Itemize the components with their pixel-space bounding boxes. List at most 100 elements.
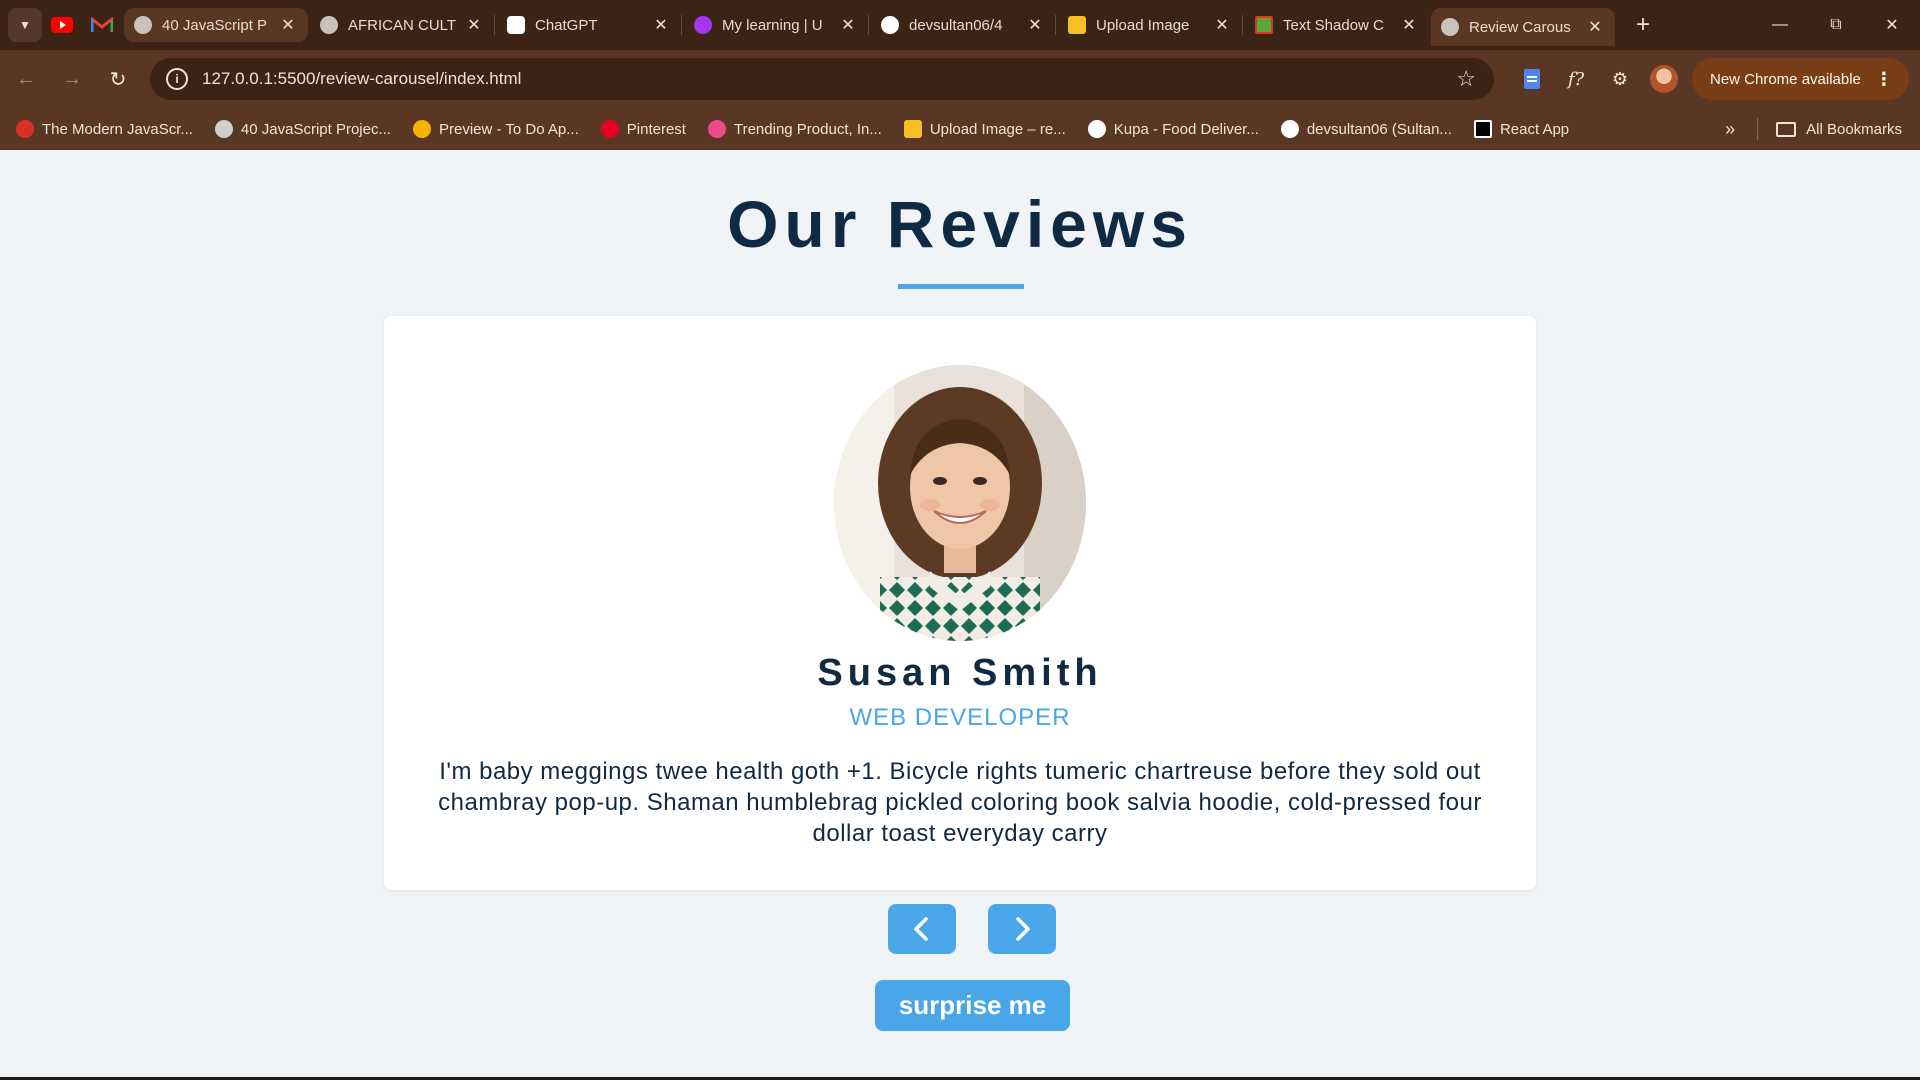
tab-separator — [868, 15, 869, 35]
close-icon[interactable]: ✕ — [464, 15, 484, 35]
reload-button[interactable]: ↻ — [98, 59, 138, 99]
pinned-tab-gmail[interactable] — [82, 8, 122, 42]
kebab-menu-icon: ⋮ — [1874, 68, 1893, 89]
bookmark-item[interactable]: The Modern JavaScr... — [16, 120, 193, 138]
tab-title: Upload Image — [1096, 16, 1190, 34]
minimize-button[interactable]: — — [1752, 0, 1808, 50]
react-icon — [1473, 120, 1492, 138]
surprise-me-button[interactable]: surprise me — [875, 980, 1070, 1031]
tab-title: AFRICAN CULT — [348, 16, 457, 34]
prev-button[interactable] — [888, 904, 956, 954]
toolbar-actions: f? ⚙ New Chrome available ⋮ — [1510, 58, 1909, 100]
close-window-button[interactable]: ✕ — [1864, 0, 1920, 50]
new-tab-button[interactable]: + — [1625, 8, 1661, 42]
bookmarks-right: » All Bookmarks — [1725, 108, 1902, 150]
tab-separator — [681, 15, 682, 35]
tab-african-cult[interactable]: AFRICAN CULT ✕ — [310, 8, 494, 42]
bookmark-label: The Modern JavaScr... — [42, 120, 193, 138]
globe-icon — [1441, 18, 1459, 36]
tab-chatgpt[interactable]: ChatGPT ✕ — [497, 8, 681, 42]
tab-search-chevron-icon[interactable]: ▼ — [8, 8, 42, 42]
font-extension-icon[interactable]: f? — [1554, 58, 1598, 100]
close-icon[interactable]: ✕ — [838, 15, 858, 35]
window-controls: — ⧉ ✕ — [1752, 0, 1920, 50]
bookmark-label: Preview - To Do Ap... — [438, 120, 579, 138]
bookmark-favicon-icon — [16, 120, 34, 138]
tab-title: Review Carous — [1469, 18, 1571, 36]
bookmark-label: Kupa - Food Deliver... — [1113, 120, 1259, 138]
close-icon[interactable]: ✕ — [1585, 17, 1605, 37]
youtube-icon — [51, 17, 73, 33]
udemy-icon — [694, 16, 712, 34]
tab-separator — [494, 15, 495, 35]
all-bookmarks-link[interactable]: All Bookmarks — [1806, 121, 1902, 138]
bookmark-item[interactable]: devsultan06 (Sultan... — [1280, 120, 1452, 138]
pinned-tab-youtube[interactable] — [42, 8, 82, 42]
google-docs-icon[interactable] — [1510, 58, 1554, 100]
extensions-puzzle-icon[interactable]: ⚙ — [1598, 58, 1642, 100]
bookmark-divider — [1757, 118, 1759, 140]
close-icon[interactable]: ✕ — [278, 15, 298, 35]
review-card: Susan Smith web developer I'm baby meggi… — [384, 316, 1536, 890]
more-bookmarks-chevron-icon[interactable]: » — [1725, 119, 1735, 140]
github-icon — [1280, 120, 1299, 138]
next-button[interactable] — [988, 904, 1056, 954]
person-avatar — [834, 365, 1086, 641]
close-icon[interactable]: ✕ — [1025, 15, 1045, 35]
person-name: Susan Smith — [817, 652, 1103, 694]
preview-icon — [412, 120, 431, 138]
tab-title: 40 JavaScript P — [162, 16, 268, 34]
tab-review-carousel[interactable]: Review Carous ✕ — [1431, 8, 1615, 46]
chevron-right-icon — [1016, 917, 1030, 941]
bookmark-label: devsultan06 (Sultan... — [1306, 120, 1452, 138]
close-icon[interactable]: ✕ — [1212, 15, 1232, 35]
upload-icon — [1068, 16, 1086, 34]
tab-text-shadow[interactable]: Text Shadow C ✕ — [1245, 8, 1429, 42]
close-icon[interactable]: ✕ — [651, 15, 671, 35]
bookmark-item[interactable]: Trending Product, In... — [707, 120, 882, 138]
tab-title: Text Shadow C — [1283, 16, 1384, 34]
globe-icon — [134, 16, 152, 34]
pinterest-icon — [600, 120, 619, 138]
bookmark-item[interactable]: React App — [1473, 120, 1570, 138]
tab-40-javascript[interactable]: 40 JavaScript P ✕ — [124, 8, 308, 42]
close-icon[interactable]: ✕ — [1399, 15, 1419, 35]
tab-title: devsultan06/4 — [909, 16, 1003, 34]
text-shadow-icon — [1255, 16, 1273, 34]
bookmark-item[interactable]: 40 JavaScript Projec... — [214, 120, 391, 138]
tab-devsultan-github[interactable]: devsultan06/4 ✕ — [871, 8, 1055, 42]
bookmark-label: Trending Product, In... — [733, 120, 882, 138]
bookmark-star-icon[interactable]: ☆ — [1456, 66, 1476, 92]
bookmark-label: Pinterest — [626, 120, 686, 138]
globe-icon — [320, 16, 338, 34]
github-icon — [881, 16, 899, 34]
chatgpt-icon — [507, 16, 525, 34]
person-job: web developer — [849, 704, 1071, 731]
page-viewport: Our Reviews Susan Smith WEB DEVELOPER I'… — [0, 150, 1920, 1078]
profile-avatar[interactable] — [1650, 65, 1678, 93]
upload-icon — [903, 120, 922, 138]
site-info-icon[interactable]: i — [166, 68, 188, 90]
tab-my-learning[interactable]: My learning | U ✕ — [684, 8, 868, 42]
bookmarks-bar: The Modern JavaScr... 40 JavaScript Proj… — [0, 108, 1920, 150]
url-text: 127.0.0.1:5500/review-carousel/index.htm… — [202, 69, 522, 88]
restore-button[interactable]: ⧉ — [1808, 0, 1864, 50]
bookmark-item[interactable]: Preview - To Do Ap... — [412, 120, 579, 138]
address-bar[interactable]: i 127.0.0.1:5500/review-carousel/index.h… — [150, 58, 1494, 100]
chevron-left-icon — [914, 917, 928, 941]
tab-title: My learning | U — [722, 16, 823, 34]
forward-button[interactable]: → — [52, 59, 92, 99]
browser-toolbar: ← → ↻ i 127.0.0.1:5500/review-carousel/i… — [0, 50, 1920, 108]
bookmark-label: React App — [1499, 120, 1570, 138]
tab-strip: ▼ 40 JavaScript P ✕ AFRICAN CULT ✕ ChatG… — [0, 0, 1920, 50]
back-button[interactable]: ← — [6, 59, 46, 99]
chrome-update-button[interactable]: New Chrome available ⋮ — [1692, 58, 1909, 100]
bookmark-item[interactable]: Pinterest — [600, 120, 686, 138]
tab-upload-image[interactable]: Upload Image ✕ — [1058, 8, 1242, 42]
bookmark-label: Upload Image – re... — [929, 120, 1066, 138]
bookmark-item[interactable]: Upload Image – re... — [903, 120, 1066, 138]
bookmark-item[interactable]: Kupa - Food Deliver... — [1087, 120, 1259, 138]
update-label: New Chrome available — [1710, 70, 1861, 88]
folder-icon — [1776, 121, 1797, 137]
page-title: Our Reviews — [727, 187, 1193, 261]
